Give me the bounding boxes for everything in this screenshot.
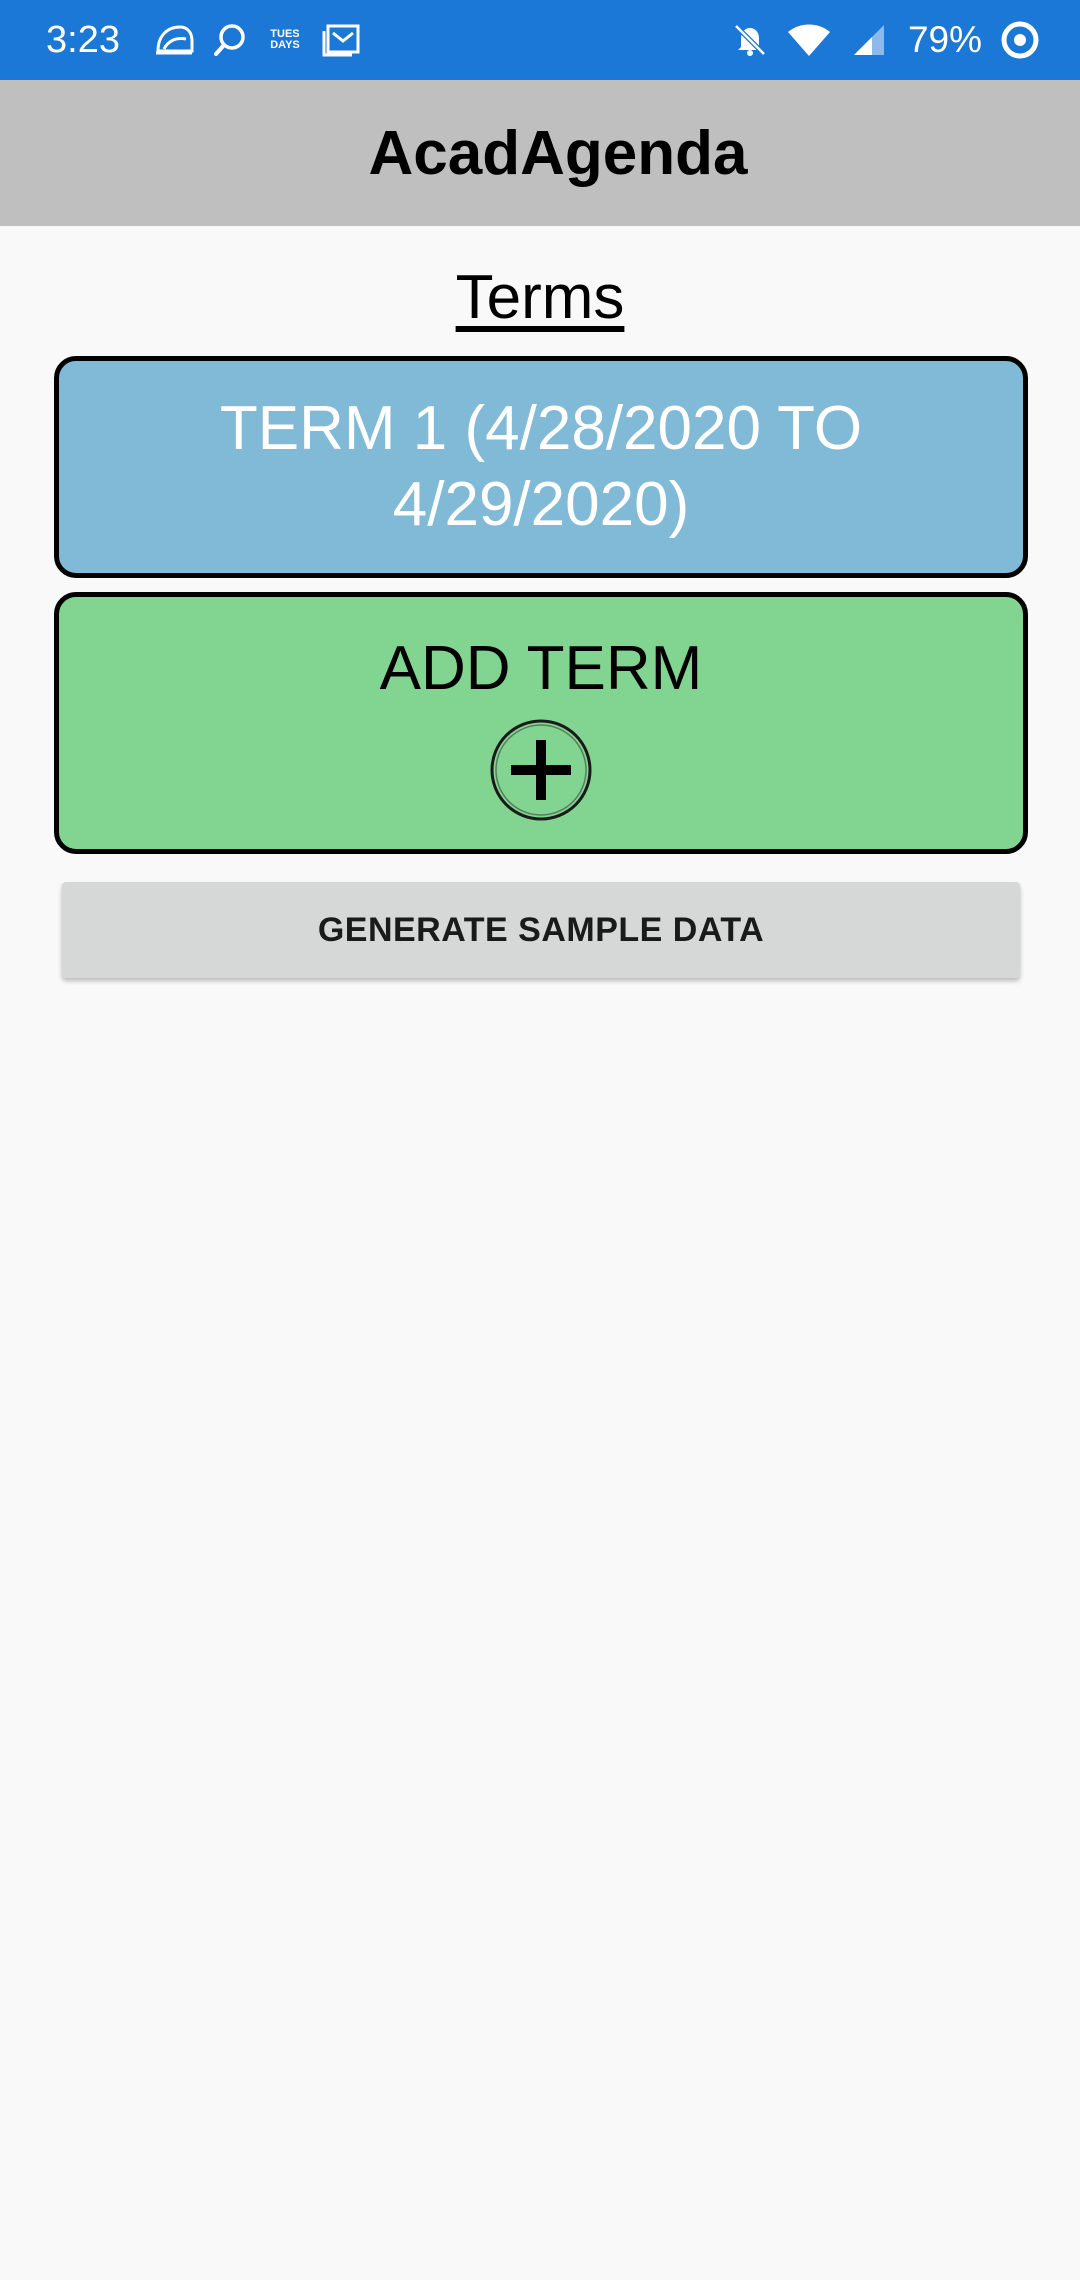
- plus-circle-icon[interactable]: [489, 718, 593, 827]
- section-title: Terms: [455, 263, 625, 332]
- app-bar: AcadAgenda: [0, 80, 1080, 226]
- signal-icon: [850, 23, 886, 57]
- taco-bell-icon: [154, 23, 194, 57]
- search-bubble-icon: [212, 22, 248, 58]
- battery-percent: 79%: [907, 19, 982, 60]
- wifi-icon: [786, 23, 832, 57]
- status-right: 79%: [714, 19, 1040, 61]
- status-left: 3:23 TUES DAYS: [46, 19, 380, 62]
- generate-sample-data-button[interactable]: GENERATE SAMPLE DATA: [62, 882, 1020, 978]
- status-bar: 3:23 TUES DAYS 79%: [0, 0, 1080, 80]
- battery-saver-icon: [1000, 20, 1040, 60]
- term-card-label: TERM 1 (4/28/2020 TO 4/29/2020): [219, 394, 863, 539]
- mail-icon: [322, 23, 362, 57]
- bell-off-icon: [732, 22, 768, 58]
- add-term-label: ADD TERM: [379, 634, 703, 703]
- tuesdays-icon: TUES DAYS: [270, 28, 300, 51]
- app-title: AcadAgenda: [368, 118, 748, 188]
- term-card[interactable]: TERM 1 (4/28/2020 TO 4/29/2020): [54, 356, 1028, 578]
- status-time: 3:23: [46, 18, 120, 61]
- add-term-button[interactable]: ADD TERM: [54, 592, 1028, 854]
